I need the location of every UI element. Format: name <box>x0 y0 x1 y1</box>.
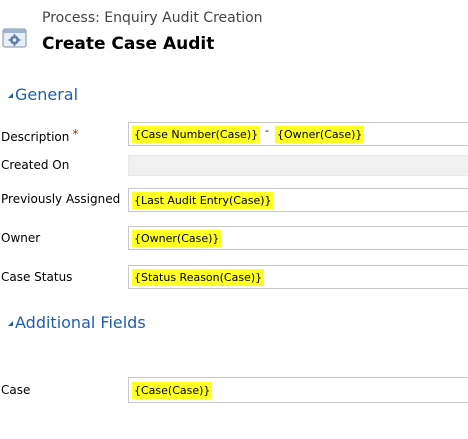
case-status-token[interactable]: {Status Reason(Case)} <box>132 269 265 286</box>
section-additional-title: Additional Fields <box>15 313 146 332</box>
description-separator: - <box>265 124 269 137</box>
previously-assigned-field[interactable]: {Last Audit Entry(Case)} <box>128 188 468 212</box>
process-name: Process: Enquiry Audit Creation <box>42 10 263 26</box>
description-label: Description * <box>1 127 78 144</box>
owner-label: Owner <box>1 231 41 245</box>
section-general-title: General <box>15 85 79 104</box>
description-field[interactable]: {Case Number(Case)} - {Owner(Case)} <box>128 122 468 146</box>
case-field[interactable]: {Case(Case)} <box>128 377 468 403</box>
description-token-owner[interactable]: {Owner(Case)} <box>275 126 365 143</box>
collapse-triangle-icon[interactable] <box>3 321 13 326</box>
section-general-header[interactable]: General <box>3 85 78 104</box>
created-on-field <box>128 155 468 176</box>
previously-assigned-token[interactable]: {Last Audit Entry(Case)} <box>132 192 274 209</box>
case-token[interactable]: {Case(Case)} <box>132 382 213 399</box>
section-additional-header[interactable]: Additional Fields <box>3 313 146 332</box>
case-label: Case <box>1 383 31 397</box>
required-asterisk-icon: * <box>72 127 79 141</box>
owner-token[interactable]: {Owner(Case)} <box>132 230 222 247</box>
process-gear-icon <box>2 28 27 48</box>
create-case-audit-form: Process: Enquiry Audit Creation Create C… <box>0 0 468 439</box>
owner-field[interactable]: {Owner(Case)} <box>128 226 468 250</box>
description-label-text: Description <box>1 130 70 144</box>
case-status-field[interactable]: {Status Reason(Case)} <box>128 265 468 289</box>
description-token-case-number[interactable]: {Case Number(Case)} <box>132 126 261 143</box>
collapse-triangle-icon[interactable] <box>3 93 13 98</box>
created-on-label: Created On <box>1 158 70 172</box>
page-title: Create Case Audit <box>42 34 215 54</box>
previously-assigned-label: Previously Assigned <box>1 192 121 206</box>
case-status-label: Case Status <box>1 270 73 284</box>
